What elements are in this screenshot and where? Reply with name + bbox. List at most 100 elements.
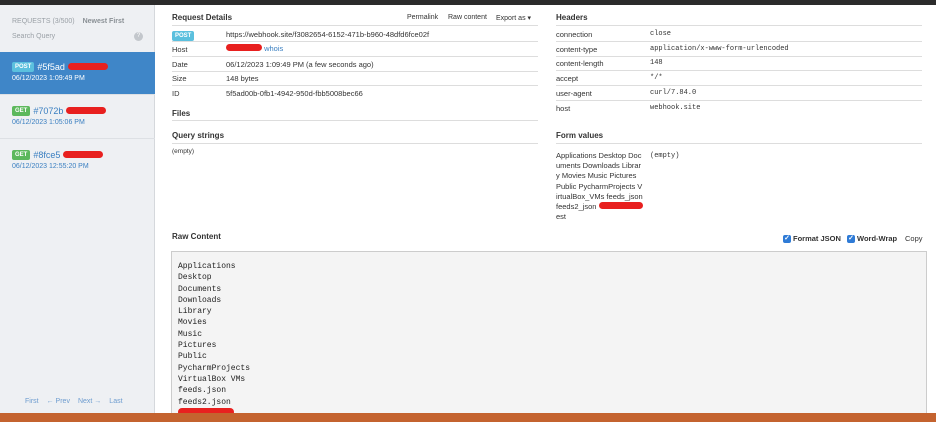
request-time: 06/12/2023 12:55:20 PM bbox=[12, 163, 89, 170]
pager-next[interactable]: Next → bbox=[78, 398, 101, 405]
header-value: 148 bbox=[650, 59, 663, 68]
copy-button[interactable]: Copy bbox=[905, 234, 923, 243]
form-key-line: est bbox=[556, 212, 567, 222]
raw-line: Public bbox=[178, 352, 207, 362]
divider bbox=[556, 55, 922, 57]
method-badge: GET bbox=[12, 149, 31, 160]
form-key-text: feeds2_json bbox=[556, 202, 597, 212]
search-query-input[interactable]: Search Query ? bbox=[12, 32, 147, 41]
divider bbox=[172, 25, 538, 26]
form-value-value: (empty) bbox=[650, 152, 680, 160]
header-value: curl/7.84.0 bbox=[650, 88, 697, 97]
raw-line: Pictures bbox=[178, 341, 217, 351]
request-url[interactable]: https://webhook.site/f3082654-6152-471b-… bbox=[226, 30, 429, 39]
export-as-dropdown[interactable]: Export as ▾ bbox=[496, 14, 531, 22]
header-key: content-type bbox=[556, 44, 598, 54]
word-wrap-checkbox[interactable]: ✓ Word-Wrap bbox=[847, 234, 898, 244]
format-json-checkbox[interactable]: ✓ Format JSON bbox=[783, 234, 841, 244]
query-strings-value: (empty) bbox=[172, 148, 195, 155]
divider bbox=[172, 56, 538, 57]
sidebar-header: REQUESTS (3/500) Newest First bbox=[12, 18, 124, 25]
permalink-link[interactable]: Permalink bbox=[407, 14, 438, 21]
raw-content-link[interactable]: Raw content bbox=[448, 14, 487, 21]
request-time: 06/12/2023 1:09:49 PM bbox=[12, 75, 85, 82]
form-key-line: Public PycharmProjects V bbox=[556, 181, 643, 191]
raw-line: Downloads bbox=[178, 295, 222, 305]
divider bbox=[172, 120, 538, 121]
raw-line: Desktop bbox=[178, 273, 212, 283]
raw-line: VirtualBox VMs bbox=[178, 374, 246, 384]
request-item-5f5ad[interactable]: POST #5f5ad 06/12/2023 1:09:49 PM bbox=[0, 52, 155, 95]
header-value: close bbox=[650, 30, 672, 38]
raw-content-title: Raw Content bbox=[172, 232, 221, 241]
request-item-8fce5[interactable]: GET #8fce5 06/12/2023 12:55:20 PM bbox=[0, 140, 155, 183]
redaction-mark bbox=[599, 202, 644, 210]
raw-line: Library bbox=[178, 307, 212, 317]
redaction-mark bbox=[226, 44, 262, 51]
header-key: accept bbox=[556, 74, 579, 84]
pager-prev[interactable]: ← Prev bbox=[47, 398, 70, 405]
id-label: ID bbox=[172, 89, 180, 98]
checkmark-icon: ✓ bbox=[783, 235, 791, 244]
divider bbox=[172, 85, 538, 86]
divider bbox=[556, 41, 922, 42]
header-key: user-agent bbox=[556, 88, 592, 98]
headers-title: Headers bbox=[556, 13, 588, 22]
request-id: #8fce5 bbox=[33, 149, 61, 160]
request-details-title: Request Details bbox=[172, 13, 233, 22]
query-strings-title: Query strings bbox=[172, 131, 225, 140]
form-value-key: Applications Desktop Doc uments Download… bbox=[556, 151, 648, 222]
divider bbox=[172, 71, 538, 72]
date-value: 06/12/2023 1:09:49 PM (a few seconds ago… bbox=[226, 60, 374, 69]
sort-newest-first[interactable]: Newest First bbox=[83, 18, 125, 25]
request-id: #7072b bbox=[33, 105, 64, 116]
size-label: Size bbox=[172, 74, 187, 83]
divider bbox=[556, 25, 922, 26]
redaction-mark bbox=[63, 151, 104, 158]
redaction-mark bbox=[66, 107, 107, 114]
request-item-7072b[interactable]: GET #7072b 06/12/2023 1:05:06 PM bbox=[0, 96, 155, 139]
checkmark-icon: ✓ bbox=[847, 235, 855, 244]
method-badge: GET bbox=[12, 105, 31, 116]
help-icon[interactable]: ? bbox=[134, 32, 143, 41]
request-time: 06/12/2023 1:05:06 PM bbox=[12, 119, 85, 126]
files-title: Files bbox=[172, 109, 191, 118]
form-key-line: Applications Desktop Doc bbox=[556, 151, 642, 160]
header-key: content-length bbox=[556, 59, 604, 69]
pager-first[interactable]: First bbox=[25, 398, 39, 405]
raw-line: Documents bbox=[178, 284, 222, 294]
raw-line: PycharmProjects bbox=[178, 363, 251, 373]
dock-bar bbox=[0, 413, 936, 422]
word-wrap-label: Word-Wrap bbox=[857, 234, 898, 243]
raw-content-box[interactable]: Applications Desktop Documents Downloads… bbox=[171, 251, 927, 413]
header-key: connection bbox=[556, 30, 593, 39]
form-key-line: y Movies Music Pictures bbox=[556, 171, 637, 181]
header-value: */* bbox=[650, 74, 663, 83]
form-key-line: irtualBox_VMs feeds_json bbox=[556, 191, 643, 201]
method-badge: POST bbox=[172, 31, 195, 41]
header-value: application/x-www-form-urlencoded bbox=[650, 44, 789, 53]
pagination: First ← Prev Next → Last bbox=[25, 398, 123, 405]
method-badge: POST bbox=[12, 61, 35, 72]
request-id: #5f5ad bbox=[37, 61, 65, 72]
form-key-line: uments Downloads Librar bbox=[556, 161, 642, 171]
format-json-label: Format JSON bbox=[793, 234, 841, 243]
date-label: Date bbox=[172, 60, 188, 69]
raw-line: Movies bbox=[178, 318, 207, 328]
form-key-line-redacted: feeds2_json bbox=[556, 202, 648, 212]
divider bbox=[556, 85, 922, 87]
header-key: host bbox=[556, 103, 571, 113]
size-value: 148 bytes bbox=[226, 74, 259, 83]
divider bbox=[172, 41, 538, 42]
host-label: Host bbox=[172, 45, 188, 54]
redaction-mark bbox=[67, 63, 108, 70]
request-detail-panel: Request Details Permalink Raw content Ex… bbox=[156, 5, 936, 413]
divider bbox=[556, 70, 922, 72]
search-placeholder: Search Query bbox=[12, 33, 56, 40]
pager-last[interactable]: Last bbox=[109, 398, 122, 405]
requests-sidebar: REQUESTS (3/500) Newest First Search Que… bbox=[0, 5, 155, 413]
requests-count: REQUESTS (3/500) bbox=[12, 18, 75, 25]
whois-link[interactable]: whois bbox=[264, 44, 283, 53]
divider bbox=[556, 99, 922, 101]
raw-line: feeds.json bbox=[178, 386, 227, 396]
